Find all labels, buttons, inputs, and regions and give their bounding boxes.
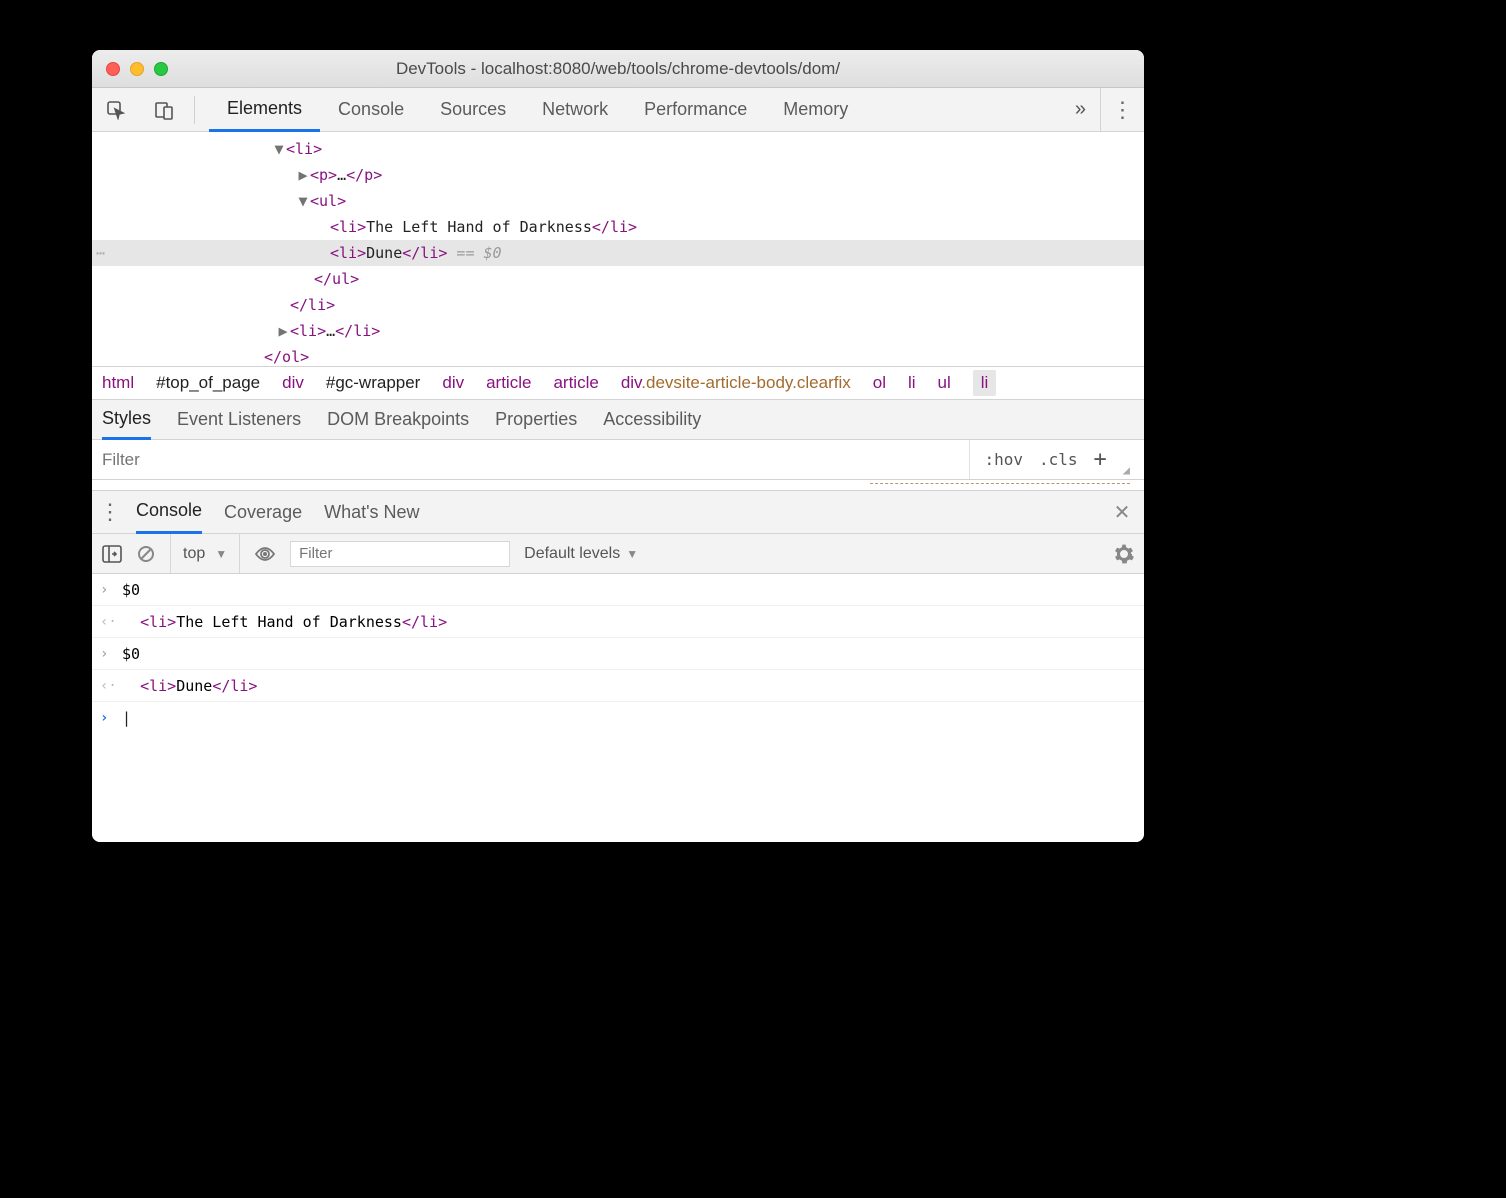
styles-tab-dom-breakpoints[interactable]: DOM Breakpoints <box>327 409 469 430</box>
console-output[interactable]: ›$0‹· <li>The Left Hand of Darkness</li>… <box>92 574 1144 842</box>
breadcrumb[interactable]: html #top_of_page div #gc-wrapper div article… <box>92 366 1144 400</box>
drawer-tab-console[interactable]: Console <box>136 490 202 534</box>
dom-tree-line[interactable]: ▼<li> <box>92 136 1144 162</box>
minimize-window-icon[interactable] <box>130 62 144 76</box>
console-sidebar-toggle-icon[interactable] <box>102 545 122 563</box>
live-expression-icon[interactable] <box>254 546 276 562</box>
console-toolbar: top ▼ Default levels ▼ <box>92 534 1144 574</box>
console-settings-icon[interactable] <box>1114 544 1134 564</box>
drawer-tab-what-s-new[interactable]: What's New <box>324 490 419 534</box>
dom-tree-line[interactable]: ▼<ul> <box>92 188 1144 214</box>
drawer-tab-strip: ⋮ Console Coverage What's New ✕ <box>92 490 1144 534</box>
tab-sources[interactable]: Sources <box>422 88 524 132</box>
tab-memory[interactable]: Memory <box>765 88 866 132</box>
dom-tree-line[interactable]: </ul> <box>92 266 1144 292</box>
titlebar: DevTools - localhost:8080/web/tools/chro… <box>92 50 1144 88</box>
clear-console-icon[interactable] <box>136 544 156 564</box>
traffic-lights <box>92 62 168 76</box>
dom-tree[interactable]: ▼<li>▶<p>…</p>▼<ul><li>The Left Hand of … <box>92 132 1144 366</box>
breadcrumb-item[interactable]: div <box>442 373 464 393</box>
dom-tree-line[interactable]: ⋯<li>Dune</li> == $0 <box>92 240 1144 266</box>
styles-tab-styles[interactable]: Styles <box>102 400 151 440</box>
chevron-down-icon: ▼ <box>215 547 227 561</box>
console-line[interactable]: ‹· <li>The Left Hand of Darkness</li> <box>92 606 1144 638</box>
tab-network[interactable]: Network <box>524 88 626 132</box>
breadcrumb-item[interactable]: article <box>553 373 598 393</box>
resize-handle-icon[interactable]: ◢ <box>1123 463 1130 477</box>
breadcrumb-item[interactable]: #top_of_page <box>156 373 260 393</box>
console-line[interactable]: ‹· <li>Dune</li> <box>92 670 1144 702</box>
styles-filter-row: :hov .cls + ◢ <box>92 440 1144 480</box>
console-line[interactable]: ›$0 <box>92 574 1144 606</box>
breadcrumb-item[interactable]: li <box>973 370 997 396</box>
styles-tab-strip: Styles Event Listeners DOM Breakpoints Prop… <box>92 400 1144 440</box>
dom-tree-line[interactable]: </ol> <box>92 344 1144 366</box>
more-tabs-icon[interactable]: » <box>1061 98 1100 121</box>
tab-elements[interactable]: Elements <box>209 88 320 132</box>
styles-filter-input[interactable] <box>92 440 969 479</box>
console-line[interactable]: ›$0 <box>92 638 1144 670</box>
styles-tab-event-listeners[interactable]: Event Listeners <box>177 409 301 430</box>
toggle-cls-button[interactable]: .cls <box>1039 450 1078 469</box>
toggle-hov-button[interactable]: :hov <box>984 450 1023 469</box>
breadcrumb-item[interactable]: ol <box>873 373 886 393</box>
toggle-device-icon[interactable] <box>140 100 188 120</box>
breadcrumb-item[interactable]: article <box>486 373 531 393</box>
chevron-down-icon: ▼ <box>626 547 638 561</box>
log-levels-label: Default levels <box>524 545 620 563</box>
tab-console[interactable]: Console <box>320 88 422 132</box>
close-window-icon[interactable] <box>106 62 120 76</box>
dom-tree-line[interactable]: <li>The Left Hand of Darkness</li> <box>92 214 1144 240</box>
tab-performance[interactable]: Performance <box>626 88 765 132</box>
context-selector-label: top <box>183 545 205 563</box>
breadcrumb-item[interactable]: li <box>908 373 916 393</box>
window-title: DevTools - localhost:8080/web/tools/chro… <box>92 59 1144 79</box>
styles-tab-accessibility[interactable]: Accessibility <box>603 409 701 430</box>
drawer-menu-icon[interactable]: ⋮ <box>92 499 128 525</box>
drawer-tab-coverage[interactable]: Coverage <box>224 490 302 534</box>
close-drawer-icon[interactable]: ✕ <box>1100 500 1144 525</box>
breadcrumb-item[interactable]: #gc-wrapper <box>326 373 421 393</box>
dom-tree-line[interactable]: </li> <box>92 292 1144 318</box>
add-rule-icon[interactable]: + <box>1094 447 1107 472</box>
breadcrumb-item[interactable]: ul <box>938 373 951 393</box>
inspect-element-icon[interactable] <box>92 100 140 120</box>
settings-menu-icon[interactable]: ⋮ <box>1100 88 1144 131</box>
dom-tree-line[interactable]: ▶<p>…</p> <box>92 162 1144 188</box>
breadcrumb-item[interactable]: div <box>282 373 304 393</box>
dom-tree-line[interactable]: ▶<li>…</li> <box>92 318 1144 344</box>
console-filter-input[interactable] <box>290 541 510 567</box>
zoom-window-icon[interactable] <box>154 62 168 76</box>
log-levels-selector[interactable]: Default levels ▼ <box>524 545 638 563</box>
devtools-window: DevTools - localhost:8080/web/tools/chro… <box>92 50 1144 842</box>
breadcrumb-item[interactable]: div.devsite-article-body.clearfix <box>621 373 851 393</box>
styles-tab-properties[interactable]: Properties <box>495 409 577 430</box>
main-tab-strip: ElementsConsoleSourcesNetworkPerformance… <box>92 88 1144 132</box>
context-selector[interactable]: top ▼ <box>170 534 240 573</box>
separator <box>194 96 195 124</box>
breadcrumb-item[interactable]: html <box>102 373 134 393</box>
styles-preview-area <box>92 480 1144 490</box>
console-prompt[interactable]: ›| <box>92 702 1144 734</box>
